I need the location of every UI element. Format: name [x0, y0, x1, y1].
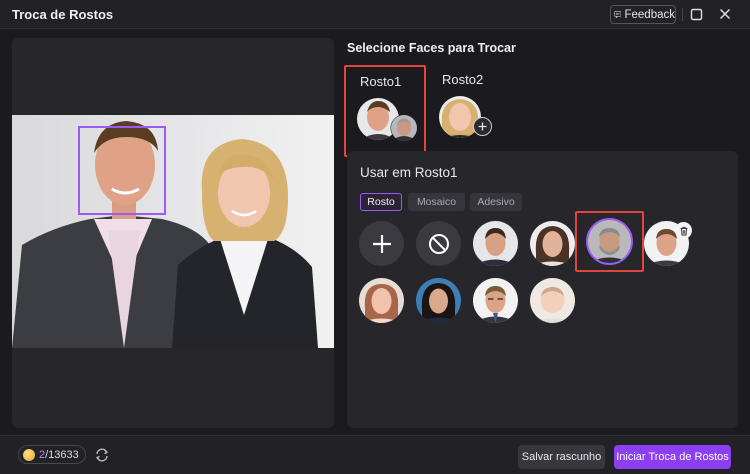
- usar-title: Usar em Rosto1: [360, 165, 458, 180]
- rosto1-thumbnails: [357, 98, 418, 142]
- plus-icon: [372, 234, 391, 253]
- preview-photo: [12, 115, 334, 348]
- rosto2-label: Rosto2: [442, 72, 484, 87]
- rosto1-label: Rosto1: [360, 74, 402, 89]
- face-option-8[interactable]: [530, 278, 575, 323]
- close-button[interactable]: [717, 6, 733, 22]
- save-draft-button[interactable]: Salvar rascunho: [518, 445, 605, 469]
- face-option-1[interactable]: [473, 221, 518, 266]
- selected-face-highlight: [575, 211, 644, 272]
- face-option-7[interactable]: [473, 278, 518, 323]
- preview-panel: [12, 38, 334, 428]
- refresh-icon: [95, 448, 109, 462]
- close-icon: [719, 8, 731, 20]
- tab-mosaico[interactable]: Mosaico: [408, 193, 465, 211]
- face-option-5[interactable]: [359, 278, 404, 323]
- prohibited-icon: [428, 233, 449, 254]
- title-bar: Troca de Rostos Feedback: [0, 0, 750, 29]
- rosto2-card[interactable]: Rosto2: [428, 65, 510, 157]
- no-face-button[interactable]: [416, 221, 461, 266]
- start-face-swap-button[interactable]: Iniciar Troca de Rostos: [614, 445, 731, 469]
- credits-total: /13633: [45, 448, 79, 461]
- trash-icon: [680, 226, 687, 235]
- refresh-button[interactable]: [94, 447, 110, 463]
- credits-badge: 2/13633: [18, 445, 86, 464]
- rosto2-thumbnail: [439, 96, 481, 138]
- maximize-button[interactable]: [688, 6, 704, 22]
- add-face-button[interactable]: [473, 117, 492, 136]
- feedback-button[interactable]: Feedback: [610, 5, 676, 24]
- tab-rosto[interactable]: Rosto: [360, 193, 402, 211]
- select-faces-title: Selecione Faces para Trocar: [347, 41, 516, 55]
- rosto1-card[interactable]: Rosto1: [344, 65, 426, 157]
- feedback-label: Feedback: [624, 8, 675, 21]
- face-option-6[interactable]: [416, 278, 461, 323]
- detected-face-box[interactable]: [78, 126, 166, 215]
- coin-icon: [23, 448, 35, 461]
- window-title: Troca de Rostos: [12, 7, 114, 22]
- titlebar-divider: [682, 8, 683, 21]
- tab-adesivo[interactable]: Adesivo: [470, 193, 522, 211]
- bottom-bar: 2/13633 Salvar rascunho Iniciar Troca de…: [0, 435, 750, 474]
- face-option-2[interactable]: [530, 221, 575, 266]
- delete-face-button[interactable]: [675, 222, 692, 239]
- plus-icon: [478, 122, 487, 131]
- add-face-grid-button[interactable]: [359, 221, 404, 266]
- maximize-icon: [690, 8, 702, 20]
- feedback-icon: [614, 11, 622, 19]
